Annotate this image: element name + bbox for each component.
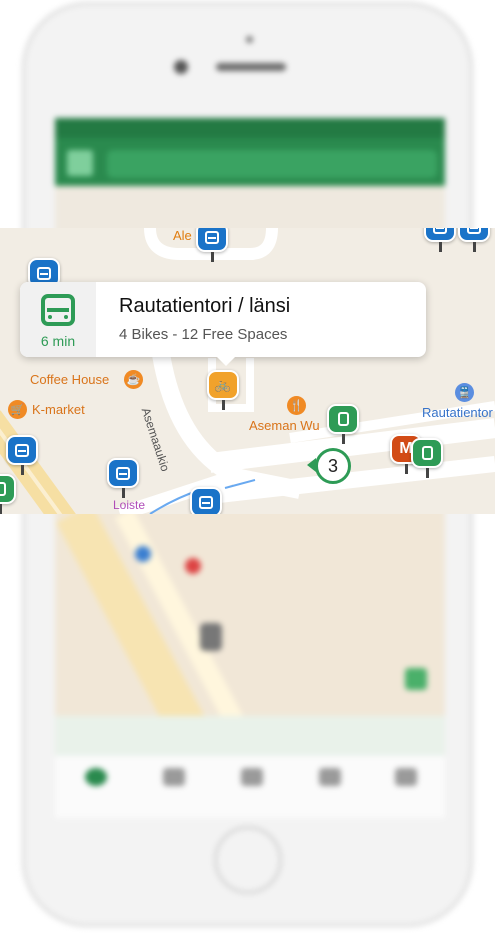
tab-tickets-icon[interactable]	[241, 768, 263, 786]
tram-icon	[421, 446, 433, 460]
status-bar	[55, 118, 445, 138]
walk-time: 6 min	[40, 333, 76, 349]
tram-stop-marker[interactable]	[411, 438, 443, 478]
bus-icon	[15, 443, 29, 457]
bus-stop-marker[interactable]	[458, 228, 490, 252]
stop-name: Rautatientori / länsi	[119, 295, 291, 317]
stop-marker	[135, 546, 151, 562]
tram-stop-marker[interactable]	[327, 404, 359, 444]
earpiece-speaker	[216, 63, 286, 71]
nearby-stops-bar[interactable]	[55, 716, 445, 756]
back-icon[interactable]	[67, 150, 93, 176]
bus-stop-marker[interactable]	[190, 487, 222, 514]
bike-station-marker[interactable]: 🚲	[207, 370, 239, 410]
stop-marker	[200, 623, 222, 651]
tram-icon	[0, 482, 6, 496]
poi-label-coffee-house[interactable]: Coffee House	[30, 372, 109, 387]
tab-more-icon[interactable]	[395, 768, 417, 786]
bus-icon	[116, 466, 130, 480]
bicycle-icon: 🚲	[214, 377, 232, 392]
bus-stop-marker[interactable]	[196, 228, 228, 262]
shopping-cart-icon[interactable]: 🛒	[8, 400, 27, 419]
bus-icon	[205, 230, 219, 244]
callout-pointer	[216, 356, 236, 366]
callout-icon-panel: 6 min	[20, 282, 96, 357]
poi-label-ale: Ale	[173, 228, 192, 243]
bus-icon	[37, 266, 51, 280]
bus-stop-marker[interactable]	[6, 435, 38, 475]
cluster-count: 3	[327, 455, 338, 476]
stop-marker	[185, 558, 201, 574]
coffee-icon[interactable]: ☕	[124, 370, 143, 389]
bus-icon	[199, 495, 213, 509]
map-view[interactable]: Ale ☕ Coffee House 🛒 K-market Asemaaukio…	[0, 228, 495, 514]
stop-cluster-marker[interactable]: 3	[315, 448, 351, 484]
poi-label-loiste[interactable]: Loiste	[113, 498, 145, 512]
tram-stop-marker[interactable]	[0, 474, 16, 514]
transit-station-icon[interactable]: 🚆	[455, 383, 474, 402]
bus-icon	[433, 228, 447, 234]
bus-icon	[41, 294, 75, 326]
search-input[interactable]	[107, 150, 437, 178]
poi-label-k-market[interactable]: K-market	[32, 402, 85, 417]
poi-label-rautatientori[interactable]: Rautatientor	[422, 405, 493, 420]
map-roads	[0, 228, 495, 514]
location-button[interactable]	[405, 668, 427, 690]
bus-icon	[467, 228, 481, 234]
bike-availability: 4 Bikes - 12 Free Spaces	[119, 326, 288, 343]
restaurant-icon[interactable]: 🍴	[287, 396, 306, 415]
stop-callout[interactable]: 6 min Rautatientori / länsi 4 Bikes - 12…	[20, 282, 426, 366]
tab-favourites-icon[interactable]	[319, 768, 341, 786]
poi-label-aseman-wu[interactable]: Aseman Wu	[249, 418, 320, 433]
home-button[interactable]	[214, 826, 282, 894]
tab-map-icon[interactable]	[85, 768, 107, 786]
bus-stop-marker[interactable]	[424, 228, 456, 252]
front-camera	[174, 60, 188, 74]
front-sensor	[246, 36, 253, 43]
bus-stop-marker[interactable]	[107, 458, 139, 498]
tab-routes-icon[interactable]	[163, 768, 185, 786]
tram-icon	[337, 412, 349, 426]
